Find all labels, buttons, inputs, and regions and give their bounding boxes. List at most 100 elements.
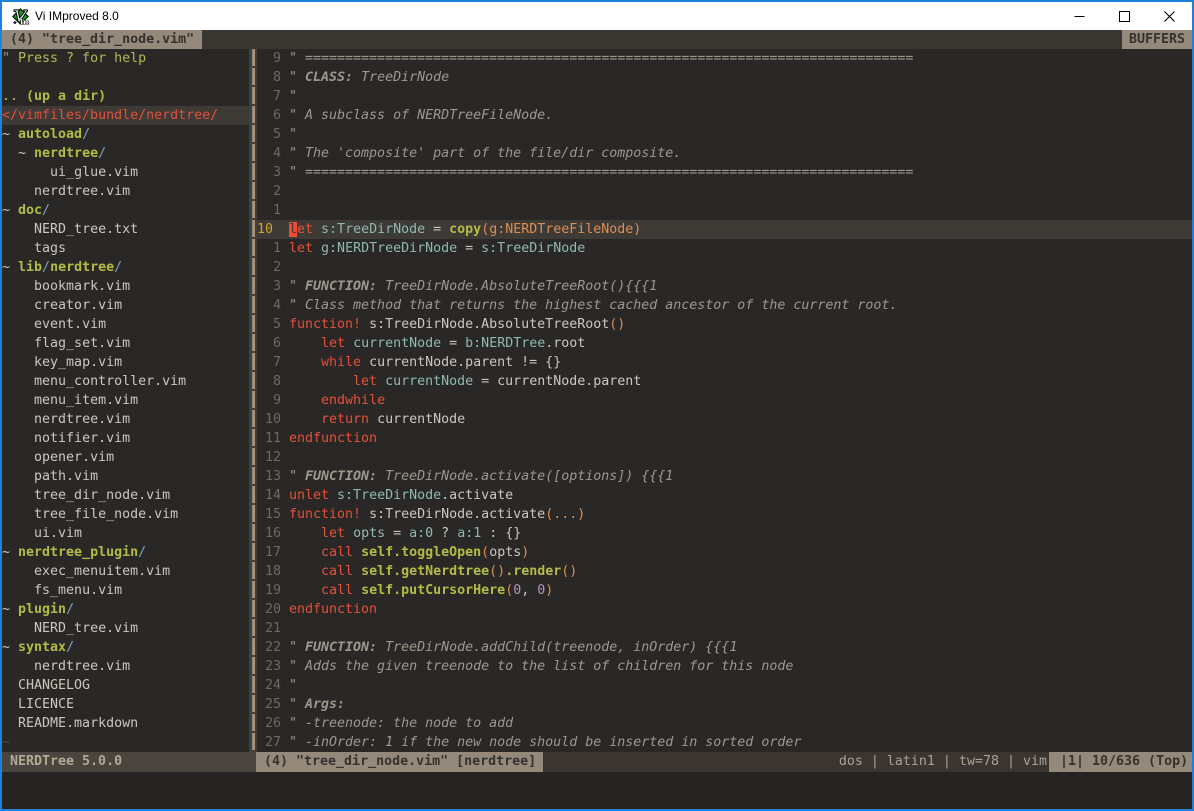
tree-item[interactable]: path.vim <box>2 467 249 486</box>
code-line[interactable]: 5 function! s:TreeDirNode.AbsoluteTreeRo… <box>257 315 1192 334</box>
code-line[interactable]: 8 let currentNode = currentNode.parent <box>257 372 1192 391</box>
code-line[interactable]: 1 <box>257 201 1192 220</box>
code-line[interactable]: 22 " FUNCTION: TreeDirNode.addChild(tree… <box>257 638 1192 657</box>
tree-item[interactable]: " Press ? for help <box>2 49 249 68</box>
code-line[interactable]: 24 " <box>257 676 1192 695</box>
tree-item[interactable]: notifier.vim <box>2 429 249 448</box>
line-number: 10 <box>257 410 289 429</box>
tree-item[interactable]: </vimfiles/bundle/nerdtree/ <box>2 106 249 125</box>
tree-item[interactable]: ui.vim <box>2 524 249 543</box>
command-line[interactable] <box>2 772 1192 809</box>
code-line[interactable]: 26 " -treenode: the node to add <box>257 714 1192 733</box>
line-number: 1 <box>257 201 289 220</box>
line-number: 5 <box>257 125 289 144</box>
code-line[interactable]: 9 endwhile <box>257 391 1192 410</box>
line-number: 25 <box>257 695 289 714</box>
tree-item[interactable]: nerdtree.vim <box>2 182 249 201</box>
maximize-button[interactable] <box>1102 2 1147 30</box>
tree-item[interactable]: ~ plugin/ <box>2 600 249 619</box>
tree-item[interactable]: nerdtree.vim <box>2 410 249 429</box>
code-line[interactable]: 3 " ====================================… <box>257 163 1192 182</box>
code-line[interactable]: 4 " Class method that returns the highes… <box>257 296 1192 315</box>
tree-item[interactable]: fs_menu.vim <box>2 581 249 600</box>
tree-item[interactable]: .. (up a dir) <box>2 87 249 106</box>
minimize-button[interactable] <box>1057 2 1102 30</box>
tree-item[interactable]: ~ syntax/ <box>2 638 249 657</box>
tree-item[interactable]: ~ autoload/ <box>2 125 249 144</box>
tree-item[interactable]: key_map.vim <box>2 353 249 372</box>
buffers-tab[interactable]: BUFFERS <box>1122 30 1192 49</box>
line-number: 8 <box>257 372 289 391</box>
code-line[interactable]: 17 call self.toggleOpen(opts) <box>257 543 1192 562</box>
vim-app-icon: im <box>12 8 29 25</box>
editor-panel: 9 " ====================================… <box>257 49 1192 752</box>
tree-item[interactable]: tags <box>2 239 249 258</box>
tree-item[interactable]: NERD_tree.txt <box>2 220 249 239</box>
tree-item[interactable]: opener.vim <box>2 448 249 467</box>
code-line[interactable]: 15 function! s:TreeDirNode.activate(...) <box>257 505 1192 524</box>
tree-item[interactable]: tree_file_node.vim <box>2 505 249 524</box>
tab-tree-dir-node[interactable]: (4) "tree_dir_node.vim" <box>2 30 202 49</box>
tree-item[interactable]: menu_item.vim <box>2 391 249 410</box>
code-line[interactable]: 19 call self.putCursorHere(0, 0) <box>257 581 1192 600</box>
code-line[interactable]: 23 " Adds the given treenode to the list… <box>257 657 1192 676</box>
code-line[interactable]: 2 <box>257 182 1192 201</box>
code-line[interactable]: 9 " ====================================… <box>257 49 1192 68</box>
svg-text:im: im <box>20 17 29 25</box>
code-line[interactable]: 14 unlet s:TreeDirNode.activate <box>257 486 1192 505</box>
line-number: 17 <box>257 543 289 562</box>
tree-item[interactable]: flag_set.vim <box>2 334 249 353</box>
code-line[interactable]: 20 endfunction <box>257 600 1192 619</box>
tree-item[interactable]: menu_controller.vim <box>2 372 249 391</box>
code-line[interactable]: 16 let opts = a:0 ? a:1 : {} <box>257 524 1192 543</box>
code-line[interactable]: 12 <box>257 448 1192 467</box>
tree-item[interactable]: LICENCE <box>2 695 249 714</box>
window-controls <box>1057 2 1192 30</box>
line-number: 1 <box>257 239 289 258</box>
tree-item[interactable]: bookmark.vim <box>2 277 249 296</box>
tree-item[interactable]: CHANGELOG <box>2 676 249 695</box>
code-line[interactable]: 7 " <box>257 87 1192 106</box>
tree-item[interactable]: creator.vim <box>2 296 249 315</box>
code-line[interactable]: 3 " FUNCTION: TreeDirNode.AbsoluteTreeRo… <box>257 277 1192 296</box>
title-bar[interactable]: im Vi IMproved 8.0 <box>2 2 1192 30</box>
tree-item[interactable]: NERD_tree.vim <box>2 619 249 638</box>
code-line[interactable]: 1 let g:NERDTreeDirNode = s:TreeDirNode <box>257 239 1192 258</box>
code-line[interactable]: 6 let currentNode = b:NERDTree.root <box>257 334 1192 353</box>
code-line[interactable]: 8 " CLASS: TreeDirNode <box>257 68 1192 87</box>
tree-item[interactable]: event.vim <box>2 315 249 334</box>
tree-item[interactable]: README.markdown <box>2 714 249 733</box>
code-line[interactable]: 4 " The 'composite' part of the file/dir… <box>257 144 1192 163</box>
status-line: NERDTree 5.0.0 (4) "tree_dir_node.vim" [… <box>2 752 1192 772</box>
line-number: 3 <box>257 163 289 182</box>
close-button[interactable] <box>1147 2 1192 30</box>
tree-item[interactable]: nerdtree.vim <box>2 657 249 676</box>
tree-item[interactable]: ~ nerdtree_plugin/ <box>2 543 249 562</box>
tree-item[interactable]: exec_menuitem.vim <box>2 562 249 581</box>
code-line[interactable]: 6 " A subclass of NERDTreeFileNode. <box>257 106 1192 125</box>
code-line[interactable]: 7 while currentNode.parent != {} <box>257 353 1192 372</box>
code-line[interactable]: 18 call self.getNerdtree().render() <box>257 562 1192 581</box>
tree-item[interactable]: ~ doc/ <box>2 201 249 220</box>
code-line[interactable]: 21 <box>257 619 1192 638</box>
code-line[interactable]: 27 " -inOrder: 1 if the new node should … <box>257 733 1192 752</box>
code-line[interactable]: 5 " <box>257 125 1192 144</box>
line-number: 24 <box>257 676 289 695</box>
line-number: 4 <box>257 296 289 315</box>
tree-item[interactable]: ~ lib/nerdtree/ <box>2 258 249 277</box>
window-vertical-separator[interactable] <box>249 49 257 752</box>
code-line[interactable]: 25 " Args: <box>257 695 1192 714</box>
code-line[interactable]: 10 let s:TreeDirNode = copy(g:NERDTreeFi… <box>257 220 1192 239</box>
code-line[interactable]: 11 endfunction <box>257 429 1192 448</box>
code-line[interactable]: 2 <box>257 258 1192 277</box>
tree-item[interactable]: ~ <box>2 733 249 752</box>
line-number: 23 <box>257 657 289 676</box>
tree-item[interactable] <box>2 68 249 87</box>
tree-item[interactable]: ui_glue.vim <box>2 163 249 182</box>
line-number: 2 <box>257 182 289 201</box>
line-number: 8 <box>257 68 289 87</box>
tree-item[interactable]: ~ nerdtree/ <box>2 144 249 163</box>
code-line[interactable]: 10 return currentNode <box>257 410 1192 429</box>
tree-item[interactable]: tree_dir_node.vim <box>2 486 249 505</box>
code-line[interactable]: 13 " FUNCTION: TreeDirNode.activate([opt… <box>257 467 1192 486</box>
